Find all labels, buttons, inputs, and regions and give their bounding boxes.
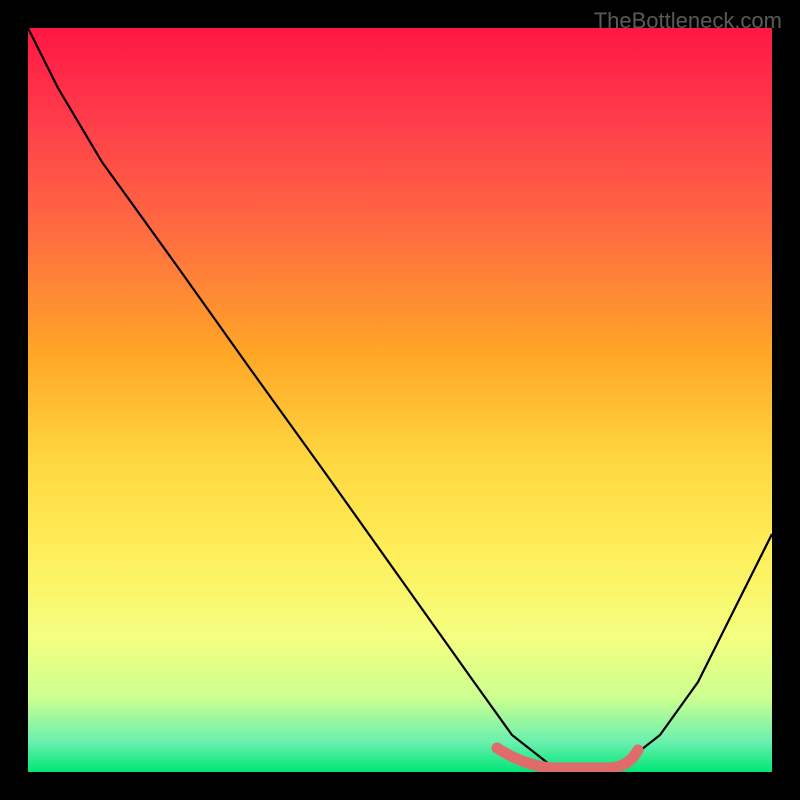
watermark-label: TheBottleneck.com (594, 8, 782, 34)
curve-svg (28, 28, 772, 772)
chart-plot-area (28, 28, 772, 772)
bottleneck-curve (28, 28, 772, 768)
optimal-zone-marker (497, 748, 638, 768)
